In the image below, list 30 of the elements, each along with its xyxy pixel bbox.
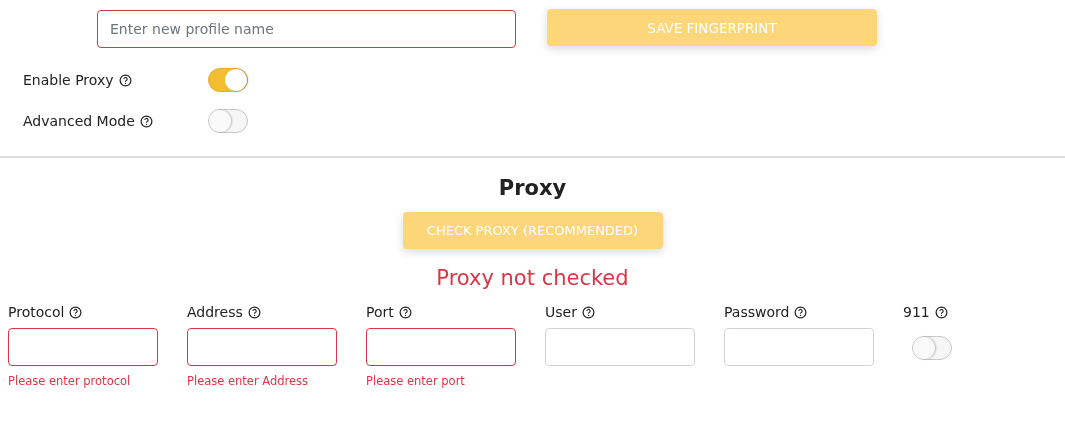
field-label: Address: [187, 304, 243, 320]
field-label: Protocol: [8, 304, 65, 320]
input-field[interactable]: [187, 328, 337, 366]
check-proxy-button[interactable]: CHECK PROXY (RECOMMENDED): [402, 212, 663, 249]
help-icon[interactable]: [398, 305, 412, 319]
help-icon[interactable]: [794, 305, 808, 319]
profile-name-field[interactable]: Enter new profile name: [97, 10, 516, 48]
help-icon[interactable]: [139, 114, 153, 128]
section-title: Proxy: [498, 176, 567, 200]
setting-label: Enable Proxy: [23, 72, 114, 88]
toggle-switch[interactable]: [912, 336, 952, 360]
save-fingerprint-button[interactable]: SAVE FINGERPRINT: [547, 9, 877, 46]
field-label: Password: [724, 304, 790, 320]
field-label: User: [545, 304, 577, 320]
input-field[interactable]: [8, 328, 158, 366]
help-icon[interactable]: [581, 305, 595, 319]
error-message: Please enter Address: [187, 374, 310, 388]
field-label: Port: [366, 304, 394, 320]
error-message: Please enter protocol: [8, 374, 132, 388]
toggle-switch[interactable]: [208, 109, 248, 133]
help-icon[interactable]: [69, 305, 83, 319]
help-icon[interactable]: [118, 73, 132, 87]
help-icon[interactable]: [934, 305, 948, 319]
setting-label: Advanced Mode: [23, 113, 135, 129]
error-message: Please enter port: [366, 374, 466, 388]
field-label: 911: [903, 304, 930, 320]
toggle-switch[interactable]: [208, 68, 248, 92]
help-icon[interactable]: [247, 305, 261, 319]
status-message: Proxy not checked: [436, 266, 629, 290]
input-field[interactable]: [366, 328, 516, 366]
